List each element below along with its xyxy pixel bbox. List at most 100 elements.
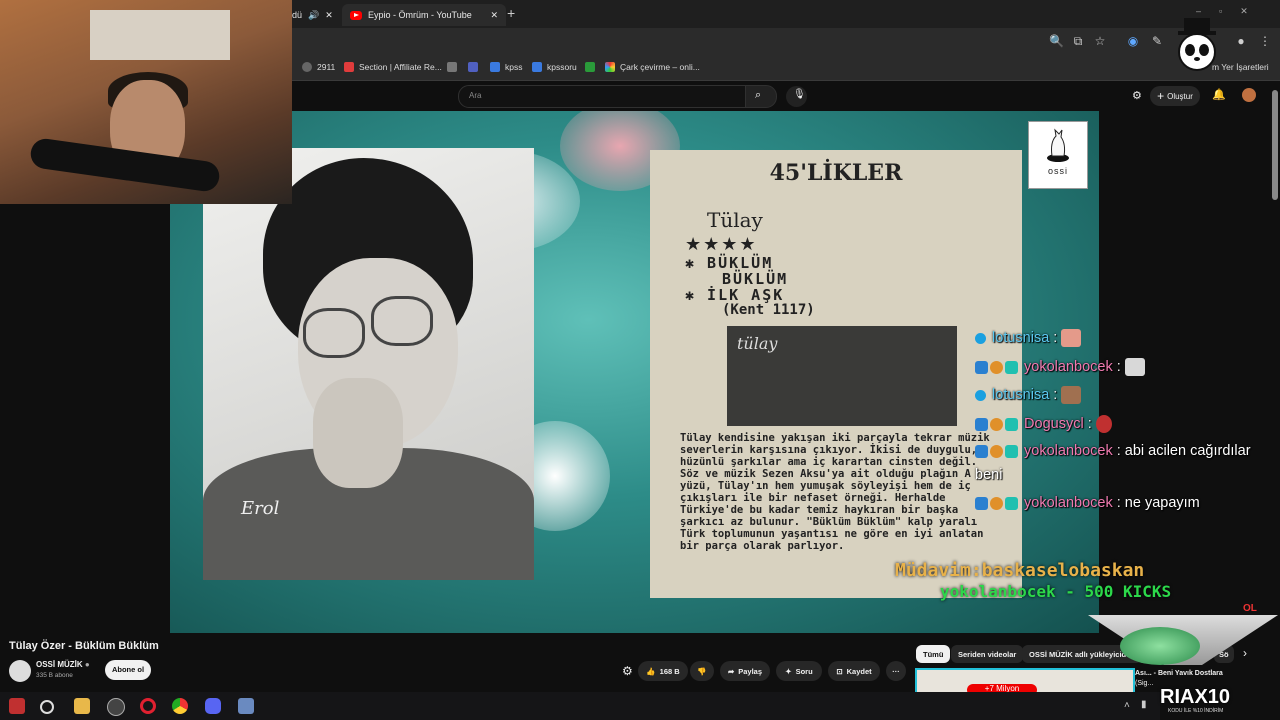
badge-icon (1005, 360, 1018, 374)
cast-icon[interactable]: ⧉ (1071, 34, 1085, 48)
recommended-title[interactable]: Ası... - Beni Yavık Dostlara (1135, 670, 1223, 677)
video-player[interactable]: Erol 45'LİKLER Tülay ★★★★ ✱ BÜKLÜM BÜKLÜ… (170, 111, 1099, 633)
thumbs-up-icon: 👍 (646, 666, 656, 676)
cover-text: tülay (737, 334, 778, 353)
like-count: 168 B (659, 666, 680, 676)
bookmark-star-icon[interactable]: ☆ (1093, 34, 1107, 48)
chat-user: yokolanbocek (1024, 495, 1113, 511)
subscribe-button[interactable]: Abone ol (105, 660, 151, 680)
notifications-bell-icon[interactable]: 🔔 (1212, 88, 1226, 101)
file-explorer-icon[interactable] (74, 698, 90, 714)
dislike-button[interactable]: 👎 (690, 661, 714, 681)
app-icon[interactable] (238, 698, 254, 714)
tray-mic-icon[interactable]: ▮ (1141, 699, 1147, 710)
ol-badge: OL (1243, 603, 1257, 614)
recommended-sub: (Sig... (1135, 680, 1154, 687)
chat-message: lotusnisa : (975, 329, 1082, 347)
channel-name[interactable]: OSSİ MÜZİK ● (36, 660, 90, 669)
channel-avatar[interactable] (9, 660, 31, 682)
opera-icon[interactable] (140, 698, 156, 714)
ask-button[interactable]: ✦ Soru (776, 661, 822, 681)
settings-gear-icon[interactable]: ⚙ (622, 664, 633, 678)
bookmark-label: kpssoru (547, 62, 577, 72)
discord-icon[interactable] (205, 698, 221, 714)
bookmark-cark[interactable]: Çark çevirme – onli... (605, 58, 700, 76)
chat-colon: : (1112, 495, 1125, 511)
share-icon: ➦ (727, 666, 735, 676)
badge-icon (975, 496, 988, 510)
bookmark-icon-only[interactable] (447, 58, 462, 76)
chat-colon: : (1112, 358, 1125, 375)
create-label: Oluştur (1167, 91, 1193, 101)
profile-icon[interactable]: ● (1234, 34, 1248, 48)
tab-label: dü (292, 10, 303, 20)
chevron-right-icon[interactable]: › (1243, 646, 1247, 660)
new-tab-button[interactable]: + (507, 5, 515, 21)
bookmark-label: Section | Affiliate Re... (359, 62, 442, 72)
chat-colon: : (1083, 415, 1096, 432)
site-icon (585, 62, 595, 72)
regular-viewer-banner: Müdavim:baskaselobaskan (895, 560, 1145, 581)
clipping-body: Tülay kendisine yakışan iki parçayla tek… (680, 432, 990, 552)
bookmark-shield[interactable] (468, 58, 483, 76)
tray-chevron-icon[interactable]: ˄ (1124, 700, 1130, 711)
photo-hand (313, 378, 403, 488)
site-icon (532, 62, 542, 72)
window-controls[interactable]: –▫✕ (1196, 6, 1266, 17)
bookmark-kpssoru[interactable]: kpssoru (532, 58, 577, 76)
streamer-webcam (0, 0, 292, 204)
glasses-lens (371, 296, 433, 346)
chrome-icon[interactable] (172, 698, 188, 714)
voice-search-button[interactable]: 🎙 (786, 86, 807, 107)
tab-label: Eypio - Ömrüm - YouTube (368, 10, 472, 20)
save-label: Kaydet (846, 666, 872, 676)
page-scrollbar[interactable] (1272, 90, 1278, 200)
chat-user: yokolanbocek (1024, 358, 1113, 375)
menu-icon[interactable]: ⋮ (1258, 34, 1272, 48)
thumbs-down-icon: 👎 (697, 666, 707, 676)
chat-message: yokolanbocek : abi acilen cağırdılar (975, 443, 1251, 459)
tab-youtube[interactable]: Eypio - Ömrüm - YouTube ✕ (342, 4, 506, 26)
webcam-shelf (90, 10, 230, 60)
mic-icon: 🎙 (793, 89, 806, 100)
clipping-cover-image: tülay (727, 326, 957, 426)
bookmark-icon-green[interactable] (585, 58, 600, 76)
chip-all[interactable]: Tümü (916, 645, 951, 663)
tab-current[interactable]: dü 🔊 ✕ (292, 4, 340, 26)
cast-icon[interactable]: ⚙ (1132, 89, 1142, 102)
bookmark-2911[interactable]: 2911 (302, 58, 335, 76)
close-icon[interactable]: ✕ (325, 10, 333, 21)
badge-icon (975, 332, 986, 344)
pen-icon[interactable]: ✎ (1150, 34, 1164, 48)
badge-icon (1005, 496, 1018, 510)
chip-series[interactable]: Seriden videolar (951, 645, 1024, 663)
bookmark-label: 2911 (317, 62, 336, 72)
chat-user: lotusnisa (992, 329, 1050, 346)
save-button[interactable]: ⊡ Kaydet (828, 661, 880, 681)
chat-colon: : (1112, 443, 1125, 459)
speaker-icon[interactable]: 🔊 (308, 10, 319, 21)
more-actions-button[interactable]: ··· (886, 661, 906, 681)
badge-icon (990, 360, 1003, 374)
artist-photo: Erol (203, 148, 534, 580)
sponsor-subtitle: KODU İLE %10 İNDİRİM (1168, 708, 1224, 714)
like-button[interactable]: 👍 168 B (638, 661, 688, 681)
zoom-icon[interactable]: 🔍 (1049, 34, 1064, 48)
start-icon[interactable] (9, 698, 25, 714)
share-button[interactable]: ➦ Paylaş (720, 661, 770, 681)
bookmark-section[interactable]: Section | Affiliate Re... (344, 58, 442, 76)
create-button[interactable]: + Oluştur (1150, 86, 1200, 106)
badge-icon (975, 444, 988, 458)
close-icon[interactable]: ✕ (490, 10, 498, 21)
search-input[interactable]: Ara (458, 85, 746, 108)
search-icon[interactable] (40, 700, 54, 714)
account-avatar[interactable] (1242, 88, 1256, 102)
extension-icon[interactable]: ◉ (1126, 34, 1140, 48)
glasses-lens (303, 308, 365, 358)
chat-user: lotusnisa (992, 386, 1050, 403)
verified-icon: ● (84, 660, 90, 669)
bookmark-kpss[interactable]: kpss (490, 58, 522, 76)
obs-icon[interactable] (107, 698, 125, 716)
badge-icon (1005, 444, 1018, 458)
search-button[interactable]: ⌕ (745, 85, 777, 108)
